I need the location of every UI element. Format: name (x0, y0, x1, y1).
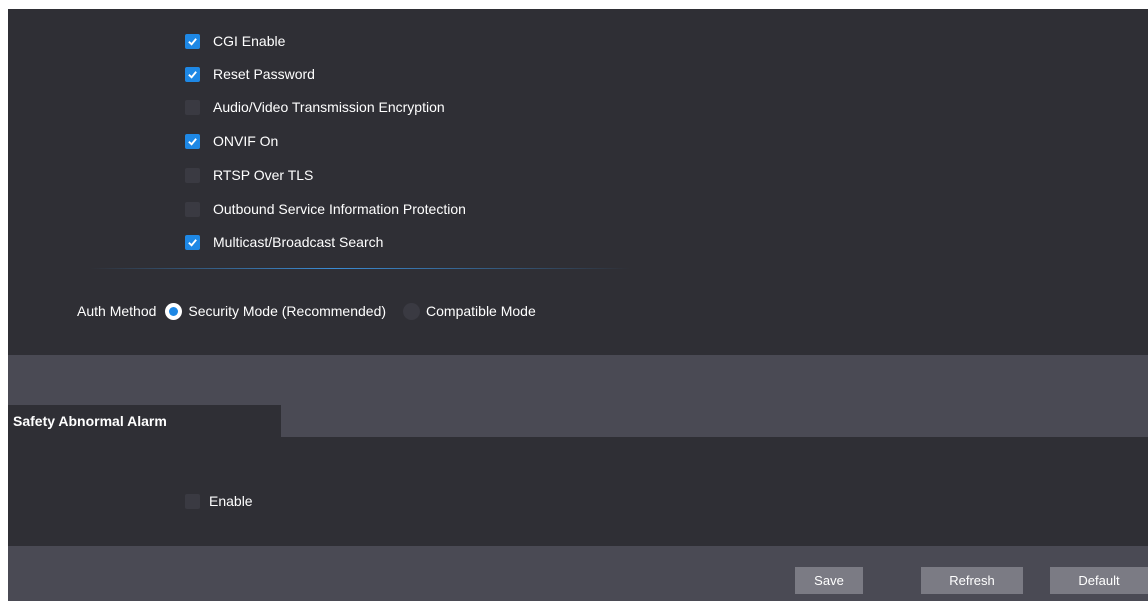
alarm-enable-option[interactable]: Enable (185, 491, 253, 511)
option-rtsp-over-tls[interactable]: RTSP Over TLS (185, 165, 313, 185)
checkbox-cgi-enable[interactable] (185, 33, 200, 49)
option-label: Multicast/Broadcast Search (213, 234, 384, 250)
checkmark-icon (188, 238, 197, 247)
auth-method-label: Auth Method (77, 303, 157, 319)
option-reset-password[interactable]: Reset Password (185, 64, 315, 84)
alarm-enable-label: Enable (209, 493, 253, 509)
alarm-panel (8, 437, 1148, 546)
radio-compatible-mode[interactable] (403, 302, 421, 320)
checkbox-onvif-on[interactable] (185, 133, 200, 149)
option-outbound-protection[interactable]: Outbound Service Information Protection (185, 199, 466, 219)
tab-safety-abnormal-alarm[interactable]: Safety Abnormal Alarm (8, 405, 281, 437)
checkbox-alarm-enable[interactable] (185, 493, 200, 509)
option-av-encryption[interactable]: Audio/Video Transmission Encryption (185, 97, 445, 117)
option-label: Audio/Video Transmission Encryption (213, 99, 445, 115)
checkbox-reset-password[interactable] (185, 66, 200, 82)
option-label: Outbound Service Information Protection (213, 201, 466, 217)
radio-dot (169, 306, 179, 316)
option-cgi-enable[interactable]: CGI Enable (185, 31, 285, 51)
option-label: RTSP Over TLS (213, 167, 314, 183)
checkmark-icon (188, 70, 197, 79)
option-multicast-search[interactable]: Multicast/Broadcast Search (185, 232, 383, 252)
checkmark-icon (188, 37, 197, 46)
save-button[interactable]: Save (795, 567, 863, 594)
option-label: Reset Password (213, 66, 315, 82)
checkbox-av-encryption[interactable] (185, 99, 200, 115)
radio-security-mode-label[interactable]: Security Mode (Recommended) (188, 303, 386, 319)
checkmark-icon (188, 137, 197, 146)
radio-compatible-mode-label[interactable]: Compatible Mode (426, 303, 536, 319)
refresh-button[interactable]: Refresh (921, 567, 1023, 594)
checkbox-rtsp-over-tls[interactable] (185, 167, 200, 183)
option-label: CGI Enable (213, 33, 286, 49)
option-label: ONVIF On (213, 133, 279, 149)
checkbox-outbound-protection[interactable] (185, 201, 200, 217)
option-onvif-on[interactable]: ONVIF On (185, 131, 278, 151)
section-divider (90, 268, 630, 269)
checkbox-multicast-search[interactable] (185, 234, 200, 250)
radio-security-mode[interactable] (165, 302, 183, 320)
default-button[interactable]: Default (1050, 567, 1148, 594)
auth-method-row: Auth Method Security Mode (Recommended) … (77, 300, 553, 322)
